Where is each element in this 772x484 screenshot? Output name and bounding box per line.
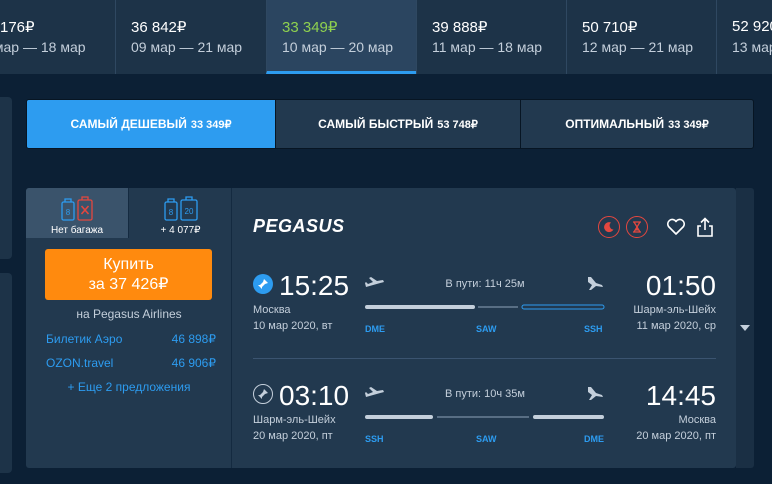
takeoff-plane-icon [365, 277, 384, 287]
date-option-range: мар — 18 мар [0, 39, 86, 55]
airport-code: SSH [365, 434, 384, 444]
arrival-time: 14:45 [645, 380, 716, 411]
date-strip: 176₽ мар — 18 мар 36 842₽ 09 мар — 21 ма… [0, 0, 772, 74]
arrival-date: 20 мар 2020, пт [636, 430, 716, 442]
ticket-card: 8 Нет багажа 8 20 + 4 077₽ Купить за 37 … [26, 188, 736, 468]
date-option[interactable]: 176₽ мар — 18 мар [0, 0, 115, 74]
share-icon[interactable] [694, 216, 716, 238]
departure-time: 15:25 [279, 270, 350, 301]
baggage-option-label: + 4 077₽ [160, 225, 201, 236]
buy-button[interactable]: Купить за 37 426₽ [45, 249, 212, 300]
agency-name: Билетик Аэро [46, 332, 123, 346]
departure-city: Шарм-эль-Шейх [253, 414, 336, 426]
tab-cheapest[interactable]: САМЫЙ ДЕШЕВЫЙ 33 349₽ [27, 100, 275, 148]
date-option-price: 176₽ [0, 19, 35, 36]
tab-fastest[interactable]: САМЫЙ БЫСТРЫЙ 53 748₽ [275, 100, 520, 148]
tab-label: САМЫЙ ДЕШЕВЫЙ [70, 117, 187, 131]
date-option[interactable]: 50 710₽ 12 мар — 21 мар [566, 0, 716, 74]
checked-bag-icon: 20 [179, 196, 198, 221]
buy-button-label: Купить [103, 256, 154, 273]
date-option-price: 36 842₽ [131, 19, 187, 36]
svg-text:8: 8 [168, 208, 173, 217]
route-bar [365, 415, 604, 419]
airport-code: SAW [476, 324, 497, 334]
sort-tabs: САМЫЙ ДЕШЕВЫЙ 33 349₽ САМЫЙ БЫСТРЫЙ 53 7… [26, 99, 754, 149]
tab-price: 33 349₽ [668, 118, 709, 131]
date-option-range: 13 мар [732, 39, 772, 55]
moon-icon [598, 216, 620, 238]
airport-code: DME [584, 434, 604, 444]
flight-duration: В пути: 10ч 35м [445, 388, 525, 400]
heart-icon[interactable] [665, 216, 687, 238]
segment-divider [253, 358, 716, 359]
more-offers-link[interactable]: + Еще 2 предложения [26, 380, 232, 394]
tab-price: 33 349₽ [190, 118, 232, 131]
date-option[interactable]: 39 888₽ 11 мар — 18 мар [416, 0, 566, 74]
tab-label: ОПТИМАЛЬНЫЙ [565, 117, 665, 131]
date-option-range: 12 мар — 21 мар [582, 39, 694, 55]
date-option-range: 09 мар — 21 мар [131, 39, 243, 55]
hand-luggage-icon: 8 [163, 198, 178, 221]
date-option-price: 50 710₽ [582, 19, 638, 36]
departure-date: 10 мар 2020, вт [253, 320, 333, 332]
baggage-option-none[interactable]: 8 Нет багажа [26, 188, 129, 238]
departure-date: 20 мар 2020, пт [253, 430, 333, 442]
agency-offer[interactable]: OZON.travel 46 906₽ [46, 356, 216, 370]
flight-duration: В пути: 11ч 25м [445, 278, 525, 290]
date-option-selected[interactable]: 33 349₽ 10 мар — 20 мар [266, 0, 416, 74]
route-bar [365, 304, 605, 310]
tab-label: САМЫЙ БЫСТРЫЙ [318, 117, 434, 131]
arrival-city: Москва [678, 414, 716, 426]
arrival-date: 11 мар 2020, ср [636, 320, 716, 332]
pin-icon[interactable] [253, 384, 273, 404]
arrival-time: 01:50 [645, 270, 716, 301]
svg-text:8: 8 [66, 208, 71, 217]
departure-time: 03:10 [279, 380, 350, 411]
date-option-price: 52 920 [732, 18, 772, 35]
flight-segment-outbound: 15:25 В пути: 11ч 25м 01:50 Москва 10 ма… [233, 270, 736, 360]
airport-code: SSH [584, 324, 603, 334]
hourglass-icon [626, 216, 648, 238]
flight-segment-return: 03:10 В пути: 10ч 35м 14:45 Шарм-эль-Шей… [233, 380, 736, 468]
arrival-city: Шарм-эль-Шейх [633, 304, 716, 316]
date-option-range: 10 мар — 20 мар [282, 39, 394, 55]
no-checked-bag-icon [77, 196, 93, 221]
airport-code: DME [365, 324, 385, 334]
filter-panel-edge [0, 273, 12, 473]
airline-logo: PEGASUS [253, 216, 345, 236]
agency-offer[interactable]: Билетик Аэро 46 898₽ [46, 332, 216, 346]
agency-name: OZON.travel [46, 356, 114, 370]
seller-name: на Pegasus Airlines [76, 307, 182, 321]
agency-price: 46 898₽ [171, 332, 216, 346]
baggage-icons: 8 [61, 194, 93, 222]
svg-text:20: 20 [184, 207, 193, 216]
filter-panel-edge [0, 97, 12, 259]
landing-plane-icon [588, 277, 603, 290]
date-option-price: 33 349₽ [282, 19, 338, 36]
takeoff-plane-icon [365, 387, 384, 397]
pin-icon[interactable] [253, 274, 273, 294]
tab-optimal[interactable]: ОПТИМАЛЬНЫЙ 33 349₽ [520, 100, 753, 148]
date-option-range: 11 мар — 18 мар [432, 39, 543, 55]
date-option[interactable]: 52 920 13 мар [716, 0, 772, 74]
date-option-price: 39 888₽ [432, 19, 488, 36]
landing-plane-icon [588, 387, 603, 400]
ticket-offers: 8 Нет багажа 8 20 + 4 077₽ Купить за 37 … [26, 188, 232, 468]
expand-ticket-button[interactable] [736, 188, 754, 468]
ticket-itinerary: PEGASUS 15:25 В пути: 11ч 25м 01:50 Моск… [233, 188, 736, 468]
baggage-icons: 8 20 [163, 194, 198, 222]
hand-luggage-icon: 8 [61, 198, 75, 221]
chevron-down-icon [740, 325, 750, 331]
date-option[interactable]: 36 842₽ 09 мар — 21 мар [115, 0, 266, 74]
airport-code: SAW [476, 434, 497, 444]
baggage-option-with-bag[interactable]: 8 20 + 4 077₽ [129, 188, 232, 238]
tab-price: 53 748₽ [437, 118, 478, 131]
baggage-option-label: Нет багажа [50, 225, 104, 236]
agency-price: 46 906₽ [171, 356, 216, 370]
buy-button-price: за 37 426₽ [88, 276, 169, 293]
departure-city: Москва [253, 304, 291, 316]
